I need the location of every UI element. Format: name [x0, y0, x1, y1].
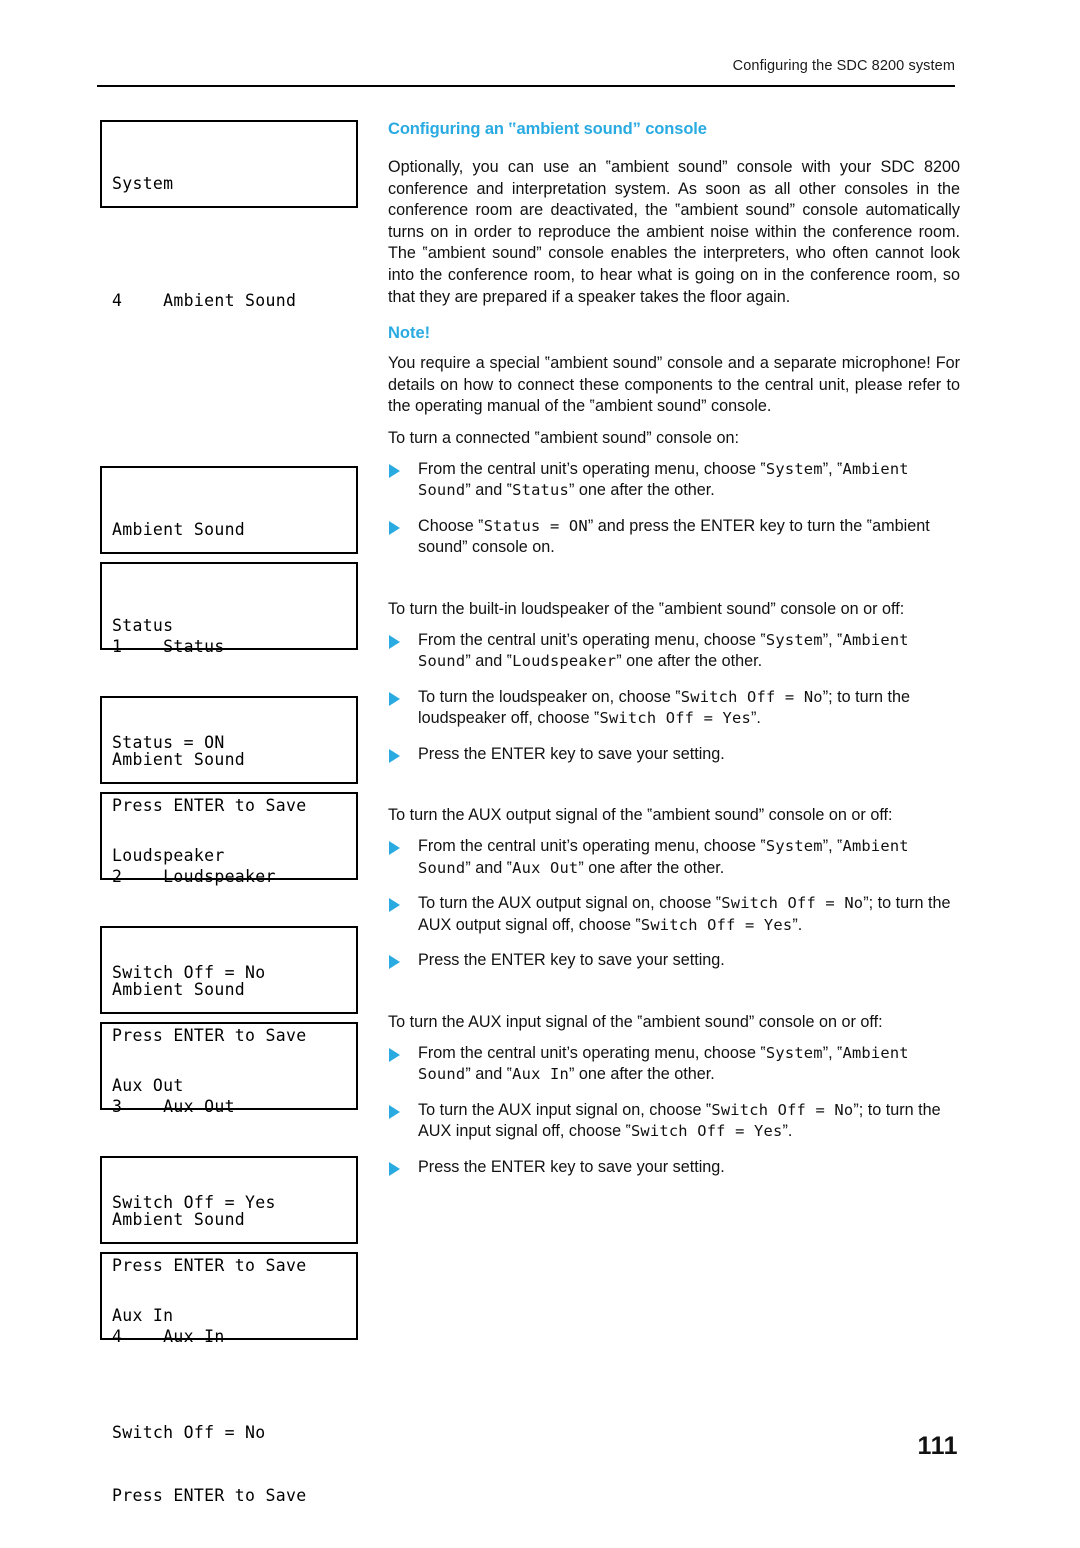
menu-name-system: System — [765, 630, 823, 649]
menu-value-switch-off-no: Switch Off = No — [711, 1100, 854, 1119]
list-item: To turn the loudspeaker on, choose ‟Swit… — [388, 687, 960, 730]
step-text-a: From the central unit’s operating menu, … — [418, 630, 766, 649]
lcd-line-title: System — [112, 174, 174, 193]
procedure-status-lead-in: To turn a connected ‟ambient sound” cons… — [388, 428, 739, 447]
list-item: Choose ‟Status = ON” and press the ENTER… — [388, 516, 960, 559]
step-text-b: ”, ‟ — [822, 1043, 843, 1062]
list-item: From the central unit’s operating menu, … — [388, 1043, 960, 1086]
step-text-b: ”, ‟ — [822, 837, 843, 856]
menu-value-switch-off-yes: Switch Off = Yes — [640, 915, 793, 934]
step-text-b: ”, ‟ — [822, 459, 843, 478]
menu-value-switch-off-no: Switch Off = No — [680, 687, 823, 706]
running-header: Configuring the SDC 8200 system — [732, 58, 955, 74]
step-text-d: ” one after the other. — [578, 858, 725, 877]
bullet-triangle-icon — [389, 463, 400, 478]
bullet-triangle-icon — [389, 691, 400, 706]
menu-name-aux-in: Aux In — [512, 1065, 569, 1084]
step-text-a: To turn the AUX output signal on, choose… — [418, 894, 722, 913]
menu-name-system: System — [765, 1043, 823, 1062]
step-text-c: ”. — [782, 1122, 793, 1141]
main-text-column: Configuring an ‟ambient sound” console O… — [388, 120, 960, 1179]
lcd-screen-ambient-status-menu: Ambient Sound 1 Status — [100, 466, 358, 656]
note-label: Note! — [388, 324, 431, 343]
lcd-line-prompt: Press ENTER to Save — [112, 1486, 307, 1505]
lcd-line-title: Aux In — [112, 1306, 174, 1325]
menu-name-status: Status — [512, 481, 569, 500]
step-text-c: ” and ‟ — [465, 652, 513, 671]
step-text-c: ”. — [792, 915, 803, 934]
bullet-triangle-icon — [389, 955, 400, 970]
menu-name-aux-out: Aux Out — [512, 858, 579, 877]
bullet-triangle-icon — [389, 1047, 400, 1062]
lcd-line-title: Ambient Sound — [112, 750, 246, 769]
lcd-blank-line — [112, 1368, 356, 1380]
lcd-line-title: Aux Out — [112, 1076, 184, 1095]
bullet-triangle-icon — [389, 748, 400, 763]
list-item: Press the ENTER key to save your setting… — [388, 950, 960, 972]
bullet-triangle-icon — [389, 520, 400, 535]
step-text-a: From the central unit’s operating menu, … — [418, 837, 766, 856]
step-text-b: ”, ‟ — [822, 630, 843, 649]
procedure-auxin-lead-in: To turn the AUX input signal of the ‟amb… — [388, 1013, 883, 1032]
lcd-column-spacer — [100, 208, 362, 466]
procedure-auxout-lead-in: To turn the AUX output signal of the ‟am… — [388, 806, 893, 825]
menu-value-status-on: Status = ON — [483, 516, 588, 535]
menu-name-system: System — [765, 837, 823, 856]
menu-name-loudspeaker: Loudspeaker — [512, 652, 617, 671]
procedure-loudspeaker-steps: From the central unit’s operating menu, … — [388, 630, 960, 766]
list-item: From the central unit’s operating menu, … — [388, 836, 960, 879]
menu-value-switch-off-no: Switch Off = No — [721, 894, 864, 913]
list-item: Press the ENTER key to save your setting… — [388, 744, 960, 766]
note-paragraph: You require a special ‟ambient sound” co… — [388, 354, 960, 416]
lcd-screen-system-menu: System 4 Ambient Sound — [100, 120, 358, 310]
step-text-a: From the central unit’s operating menu, … — [418, 459, 766, 478]
intro-paragraph: Optionally, you can use an ‟ambient soun… — [388, 158, 960, 306]
procedure-auxout-steps: From the central unit’s operating menu, … — [388, 836, 960, 972]
lcd-line-title: Ambient Sound — [112, 980, 246, 999]
step-text-c: ” and ‟ — [465, 858, 513, 877]
menu-value-switch-off-yes: Switch Off = Yes — [630, 1122, 783, 1141]
step-text: Press the ENTER key to save your setting… — [418, 1158, 725, 1176]
step-text-a: From the central unit’s operating menu, … — [418, 1043, 766, 1062]
bullet-triangle-icon — [389, 898, 400, 913]
step-text-a: Choose ‟ — [418, 516, 484, 535]
step-text-d: ” one after the other. — [616, 652, 763, 671]
lcd-line-title: Ambient Sound — [112, 1210, 246, 1229]
list-item: From the central unit’s operating menu, … — [388, 459, 960, 502]
section-heading: Configuring an ‟ambient sound” console — [388, 120, 707, 138]
step-text-d: ” one after the other. — [568, 481, 715, 500]
bullet-triangle-icon — [389, 634, 400, 649]
procedure-loudspeaker-lead-in: To turn the built-in loudspeaker of the … — [388, 599, 905, 618]
step-text-d: ” one after the other. — [568, 1065, 715, 1084]
step-text: Press the ENTER key to save your setting… — [418, 951, 725, 970]
page-number: 111 — [917, 1432, 958, 1460]
lcd-line-title: Loudspeaker — [112, 846, 225, 865]
bullet-triangle-icon — [389, 1104, 400, 1119]
step-text-c: ” and ‟ — [465, 481, 513, 500]
menu-value-switch-off-yes: Switch Off = Yes — [599, 709, 751, 728]
step-text-c: ” and ‟ — [465, 1065, 513, 1084]
procedure-status-steps: From the central unit’s operating menu, … — [388, 459, 960, 559]
step-text-a: To turn the AUX input signal on, choose … — [418, 1100, 712, 1119]
lcd-screen-column: System 4 Ambient Sound Ambient Sound 1 S… — [100, 120, 362, 1505]
bullet-triangle-icon — [389, 1162, 400, 1176]
lcd-screen-ambient-loudspeaker-menu: Ambient Sound 2 Loudspeaker — [100, 696, 358, 886]
step-text: Press the ENTER key to save your setting… — [418, 744, 725, 763]
list-item: Press the ENTER key to save your setting… — [388, 1157, 960, 1179]
lcd-line-title: Status — [112, 616, 174, 635]
header-rule — [97, 85, 955, 87]
step-text-a: To turn the loudspeaker on, choose ‟ — [418, 687, 681, 706]
list-item: From the central unit’s operating menu, … — [388, 630, 960, 673]
list-item: To turn the AUX output signal on, choose… — [388, 893, 960, 936]
lcd-line-title: Ambient Sound — [112, 520, 246, 539]
step-text-c: ”. — [750, 709, 761, 728]
list-item: To turn the AUX input signal on, choose … — [388, 1100, 960, 1143]
bullet-triangle-icon — [389, 841, 400, 856]
menu-name-system: System — [765, 459, 823, 478]
procedure-auxin-steps: From the central unit’s operating menu, … — [388, 1043, 960, 1179]
